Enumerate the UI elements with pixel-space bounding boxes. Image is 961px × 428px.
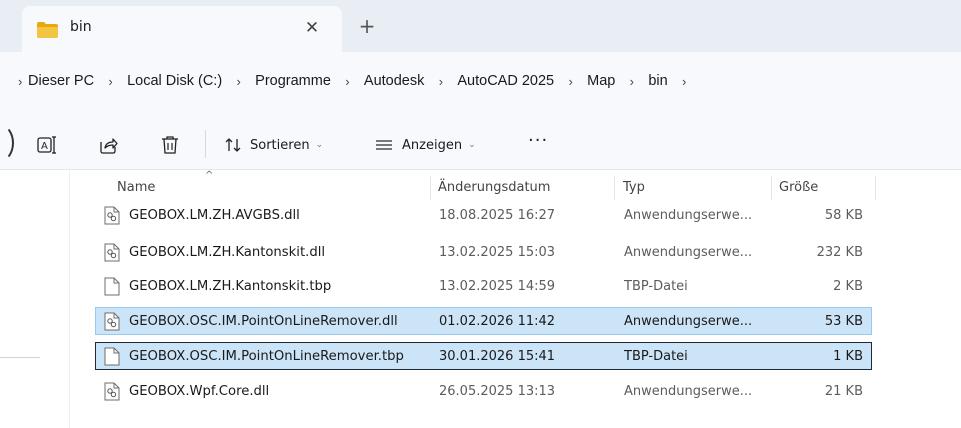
file-name: GEOBOX.OSC.IM.PointOnLineRemover.dll xyxy=(129,314,398,329)
trash-icon[interactable] xyxy=(159,134,181,156)
file-size: 2 KB xyxy=(833,279,863,294)
file-type: TBP-Datei xyxy=(624,349,688,364)
chevron-right-icon[interactable]: › xyxy=(225,74,252,89)
breadcrumb-item-bin[interactable]: bin xyxy=(645,73,670,89)
dll-file-icon xyxy=(104,382,120,401)
file-date: 18.08.2025 16:27 xyxy=(439,208,556,223)
close-tab-icon[interactable]: ✕ xyxy=(299,15,325,41)
file-row[interactable]: GEOBOX.LM.ZH.Kantonskit.tbp 13.02.2025 14… xyxy=(95,272,872,300)
file-type: Anwendungserwe... xyxy=(624,208,753,223)
file-type: TBP-Datei xyxy=(624,279,688,294)
navigation-pane[interactable] xyxy=(0,170,70,428)
file-type: Anwendungserwe... xyxy=(624,245,753,260)
rename-icon[interactable]: A xyxy=(36,134,58,156)
view-label: Anzeigen xyxy=(402,137,463,153)
breadcrumb-item-programme[interactable]: Programme xyxy=(252,73,334,89)
breadcrumb-item-local-disk[interactable]: Local Disk (C:) xyxy=(124,73,225,89)
column-divider[interactable] xyxy=(875,176,876,200)
chevron-right-icon[interactable]: › xyxy=(97,74,124,89)
file-date: 13.02.2025 15:03 xyxy=(439,245,556,260)
column-header-size[interactable]: Größe xyxy=(779,180,818,195)
toolbar-divider xyxy=(205,130,206,158)
svg-text:A: A xyxy=(41,141,48,152)
new-tab-button[interactable]: + xyxy=(354,14,380,40)
share-icon[interactable] xyxy=(97,134,119,156)
address-bar: › Dieser PC › Local Disk (C:) › Programm… xyxy=(0,52,961,110)
dll-file-icon xyxy=(104,206,120,225)
chevron-right-icon[interactable]: › xyxy=(427,74,454,89)
file-date: 01.02.2026 11:42 xyxy=(439,314,556,329)
breadcrumb-item-dieser-pc[interactable]: Dieser PC xyxy=(25,73,97,89)
file-name: GEOBOX.OSC.IM.PointOnLineRemover.tbp xyxy=(129,349,404,364)
file-name: GEOBOX.Wpf.Core.dll xyxy=(129,384,270,399)
chevron-right-icon[interactable]: › xyxy=(557,74,584,89)
sort-arrows-icon xyxy=(225,138,241,152)
command-bar: A Sortieren ⌄ Anzeigen ⌄ ··· xyxy=(0,110,961,170)
file-name: GEOBOX.LM.ZH.AVGBS.dll xyxy=(129,208,300,223)
tab-strip: bin ✕ + xyxy=(0,0,961,52)
file-type: Anwendungserwe... xyxy=(624,314,753,329)
partial-circle-icon xyxy=(0,124,14,162)
file-size: 1 KB xyxy=(833,349,863,364)
file-size: 58 KB xyxy=(824,208,863,223)
view-button[interactable]: Anzeigen ⌄ xyxy=(374,132,476,158)
breadcrumb-item-autodesk[interactable]: Autodesk xyxy=(361,73,427,89)
breadcrumb: › Dieser PC › Local Disk (C:) › Programm… xyxy=(0,52,698,110)
column-divider[interactable] xyxy=(614,176,615,200)
column-divider[interactable] xyxy=(430,176,431,200)
chevron-down-icon: ⌄ xyxy=(315,140,324,150)
sort-label: Sortieren xyxy=(250,137,310,153)
blank-file-icon xyxy=(104,277,120,296)
file-date: 13.02.2025 14:59 xyxy=(439,279,556,294)
chevron-right-icon[interactable]: › xyxy=(0,74,25,89)
more-options-icon[interactable]: ··· xyxy=(528,132,548,150)
sort-indicator-icon: ^ xyxy=(205,170,214,181)
file-name: GEOBOX.LM.ZH.Kantonskit.dll xyxy=(129,245,326,260)
chevron-right-icon[interactable]: › xyxy=(671,74,698,89)
file-type: Anwendungserwe... xyxy=(624,384,753,399)
column-header-type[interactable]: Typ xyxy=(623,180,645,195)
nav-divider xyxy=(0,357,40,358)
column-divider[interactable] xyxy=(771,176,772,200)
folder-icon xyxy=(37,22,58,38)
chevron-down-icon: ⌄ xyxy=(468,140,476,150)
dll-file-icon xyxy=(104,312,120,331)
file-size: 232 KB xyxy=(816,245,863,260)
sort-button[interactable]: Sortieren ⌄ xyxy=(224,132,323,158)
column-header-row: ^ Name Änderungsdatum Typ Größe xyxy=(71,170,961,202)
file-row[interactable]: GEOBOX.OSC.IM.PointOnLineRemover.tbp 30.0… xyxy=(95,342,872,370)
file-row[interactable]: GEOBOX.LM.ZH.Kantonskit.dll 13.02.2025 15… xyxy=(95,238,872,266)
dll-file-icon xyxy=(104,243,120,262)
view-lines-icon xyxy=(376,140,392,150)
file-size: 53 KB xyxy=(824,314,863,329)
tab-title: bin xyxy=(70,19,92,35)
file-row[interactable]: GEOBOX.Wpf.Core.dll 26.05.2025 13:13 Anwen… xyxy=(95,377,872,405)
breadcrumb-item-autocad-2025[interactable]: AutoCAD 2025 xyxy=(454,73,557,89)
file-row[interactable]: GEOBOX.LM.ZH.AVGBS.dll 18.08.2025 16:27 An… xyxy=(95,201,872,229)
breadcrumb-item-map[interactable]: Map xyxy=(584,73,618,89)
column-header-date[interactable]: Änderungsdatum xyxy=(438,180,550,195)
file-name: GEOBOX.LM.ZH.Kantonskit.tbp xyxy=(129,279,332,294)
file-date: 30.01.2026 15:41 xyxy=(439,349,556,364)
chevron-right-icon[interactable]: › xyxy=(618,74,645,89)
chevron-right-icon[interactable]: › xyxy=(334,74,361,89)
file-row[interactable]: GEOBOX.OSC.IM.PointOnLineRemover.dll 01.0… xyxy=(95,307,872,335)
file-size: 21 KB xyxy=(824,384,863,399)
tab-bin[interactable]: bin ✕ xyxy=(22,6,342,52)
blank-file-icon xyxy=(104,347,120,366)
file-list: ^ Name Änderungsdatum Typ Größe GEOBOX.L… xyxy=(71,170,961,428)
column-header-name[interactable]: Name xyxy=(117,180,155,195)
file-date: 26.05.2025 13:13 xyxy=(439,384,556,399)
